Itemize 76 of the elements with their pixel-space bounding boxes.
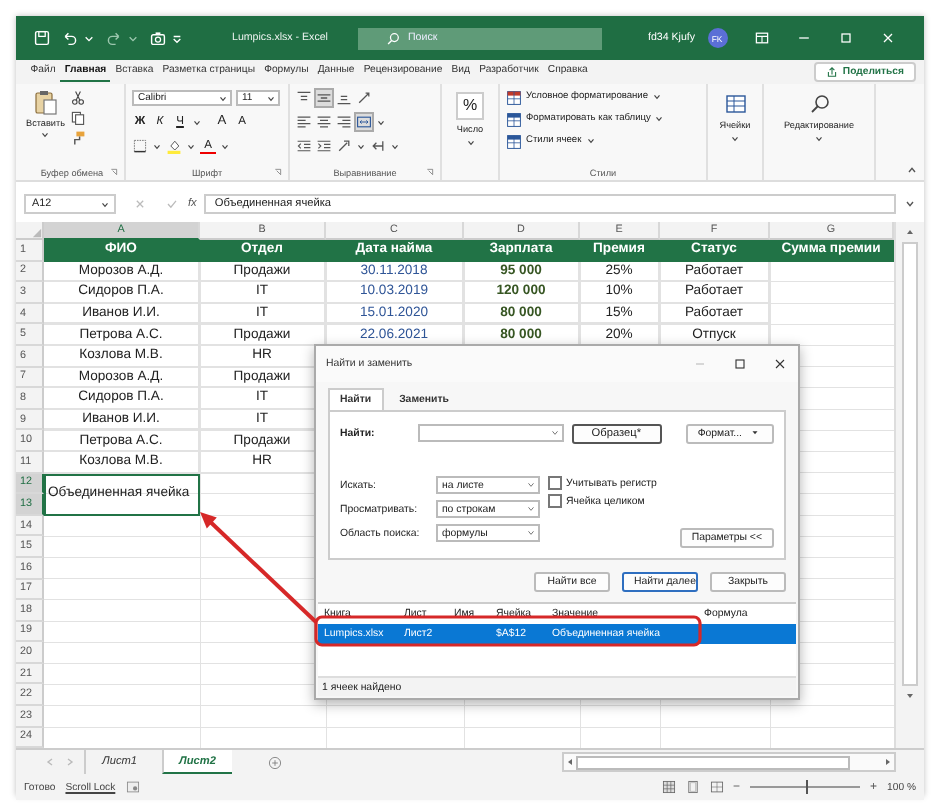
caret-icon xyxy=(730,134,740,144)
align-center-icon[interactable] xyxy=(316,114,332,130)
maximize-icon[interactable] xyxy=(732,356,748,372)
ribbon-display-icon[interactable] xyxy=(753,30,770,46)
caret-icon[interactable] xyxy=(376,117,386,127)
caret-icon[interactable] xyxy=(549,428,559,438)
search-icon xyxy=(385,31,400,45)
caret-icon[interactable] xyxy=(390,141,400,151)
format-painter-icon[interactable] xyxy=(70,130,87,146)
fill-color-icon[interactable] xyxy=(166,138,182,154)
table-style-icon xyxy=(506,133,522,149)
caret-icon xyxy=(654,114,665,124)
caret-icon xyxy=(750,428,760,438)
redo-icon[interactable] xyxy=(106,30,122,46)
caret-icon xyxy=(526,504,536,514)
save-icon[interactable] xyxy=(34,30,50,46)
paragraph-direction-icon[interactable] xyxy=(370,138,386,154)
caret-icon xyxy=(40,130,51,140)
dialog-launcher-icon[interactable] xyxy=(274,168,282,176)
decrease-indent-icon[interactable] xyxy=(296,138,312,154)
check-icon[interactable] xyxy=(164,196,180,212)
vertical-scrollbar[interactable] xyxy=(894,222,924,749)
align-right-icon[interactable] xyxy=(336,114,352,130)
search-icon xyxy=(807,92,831,116)
caret-icon xyxy=(526,480,536,490)
caret-icon[interactable] xyxy=(220,141,230,151)
copy-icon[interactable] xyxy=(70,110,87,126)
align-middle-icon[interactable] xyxy=(316,90,332,106)
undo-icon[interactable] xyxy=(62,30,78,46)
caret-icon xyxy=(465,138,475,148)
borders-icon[interactable] xyxy=(132,138,148,154)
caret-icon xyxy=(526,528,536,538)
caret-icon xyxy=(266,93,276,103)
caret-icon xyxy=(652,92,663,102)
caret-icon[interactable] xyxy=(186,141,196,151)
annotation-arrow xyxy=(200,512,318,624)
table-style-icon xyxy=(506,89,522,105)
close-icon[interactable] xyxy=(772,356,788,372)
caret-icon[interactable] xyxy=(356,141,366,151)
collapse-ribbon-icon[interactable] xyxy=(906,164,918,176)
triangle-icon xyxy=(32,228,42,238)
normal-view-icon[interactable] xyxy=(661,780,676,795)
table-style-icon xyxy=(506,111,522,127)
dialog-launcher-icon[interactable] xyxy=(110,168,118,176)
increase-indent-icon[interactable] xyxy=(316,138,332,154)
scroll-right-icon[interactable] xyxy=(882,756,894,769)
macro-recording-icon[interactable] xyxy=(125,780,140,795)
orientation-icon[interactable] xyxy=(356,90,372,106)
align-left-icon[interactable] xyxy=(296,114,312,130)
maximize-icon[interactable] xyxy=(837,30,854,46)
caret-icon xyxy=(100,199,110,209)
caret-icon xyxy=(585,136,596,146)
customize-icon[interactable] xyxy=(172,33,182,43)
scroll-down-icon[interactable] xyxy=(904,690,916,702)
caret-icon xyxy=(218,93,228,103)
merge-cells-icon[interactable] xyxy=(356,114,372,130)
page-layout-icon[interactable] xyxy=(685,780,700,795)
text-angle-icon[interactable] xyxy=(336,138,352,154)
expand-icon[interactable] xyxy=(904,198,916,210)
add-sheet-icon[interactable] xyxy=(267,755,282,770)
align-bottom-icon[interactable] xyxy=(336,90,352,106)
find-field[interactable] xyxy=(418,424,563,442)
share-icon xyxy=(826,66,839,78)
caret-icon xyxy=(814,134,824,144)
align-top-icon[interactable] xyxy=(296,90,312,106)
cells-icon xyxy=(723,92,747,116)
camera-icon[interactable] xyxy=(150,30,166,46)
caret-icon[interactable] xyxy=(192,117,202,127)
scissors-icon[interactable] xyxy=(70,90,87,106)
caret-icon[interactable] xyxy=(152,141,162,151)
page-break-icon[interactable] xyxy=(709,780,724,795)
horizontal-scrollbar[interactable] xyxy=(562,752,896,773)
scroll-up-icon[interactable] xyxy=(904,226,916,238)
caret-icon[interactable] xyxy=(128,33,138,43)
dialog-launcher-icon[interactable] xyxy=(426,168,434,176)
close-icon[interactable] xyxy=(879,30,896,46)
